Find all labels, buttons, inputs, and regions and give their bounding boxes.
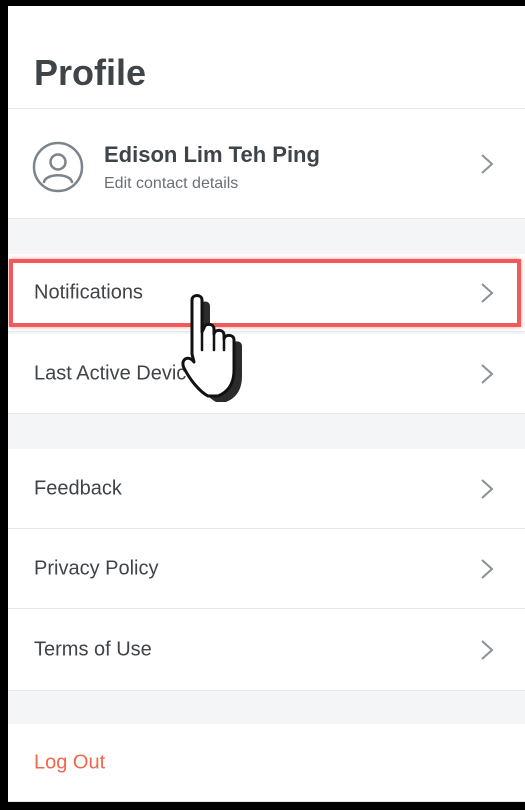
chevron-right-icon (481, 639, 494, 660)
profile-screen: Profile Edison Lim Teh Ping Edit contact… (8, 6, 525, 802)
menu-item-label: Feedback (34, 477, 122, 499)
menu-item-terms-of-use[interactable]: Terms of Use (8, 609, 525, 691)
chevron-right-icon (481, 282, 494, 303)
menu-item-privacy-policy[interactable]: Privacy Policy (8, 529, 525, 609)
menu-item-label: Last Active Device (34, 362, 198, 384)
chevron-right-icon (481, 363, 494, 384)
user-avatar-icon (32, 141, 84, 193)
chevron-right-icon (481, 558, 494, 579)
profile-row[interactable]: Edison Lim Teh Ping Edit contact details (8, 109, 525, 219)
chevron-right-icon (481, 478, 494, 499)
edit-contact-details-label: Edit contact details (104, 175, 239, 192)
menu-item-feedback[interactable]: Feedback (8, 449, 525, 529)
page-title: Profile (34, 52, 147, 93)
header: Profile (8, 6, 525, 109)
log-out-label: Log Out (34, 751, 106, 773)
profile-name: Edison Lim Teh Ping (104, 142, 320, 167)
menu-item-label: Privacy Policy (34, 557, 159, 579)
menu-item-label: Notifications (34, 281, 143, 303)
menu-item-notifications[interactable]: Notifications (8, 254, 525, 332)
menu-item-label: Terms of Use (34, 638, 152, 660)
menu-item-last-active-device[interactable]: Last Active Device (8, 334, 525, 414)
chevron-right-icon (481, 153, 494, 174)
log-out-button[interactable]: Log Out (8, 724, 525, 802)
